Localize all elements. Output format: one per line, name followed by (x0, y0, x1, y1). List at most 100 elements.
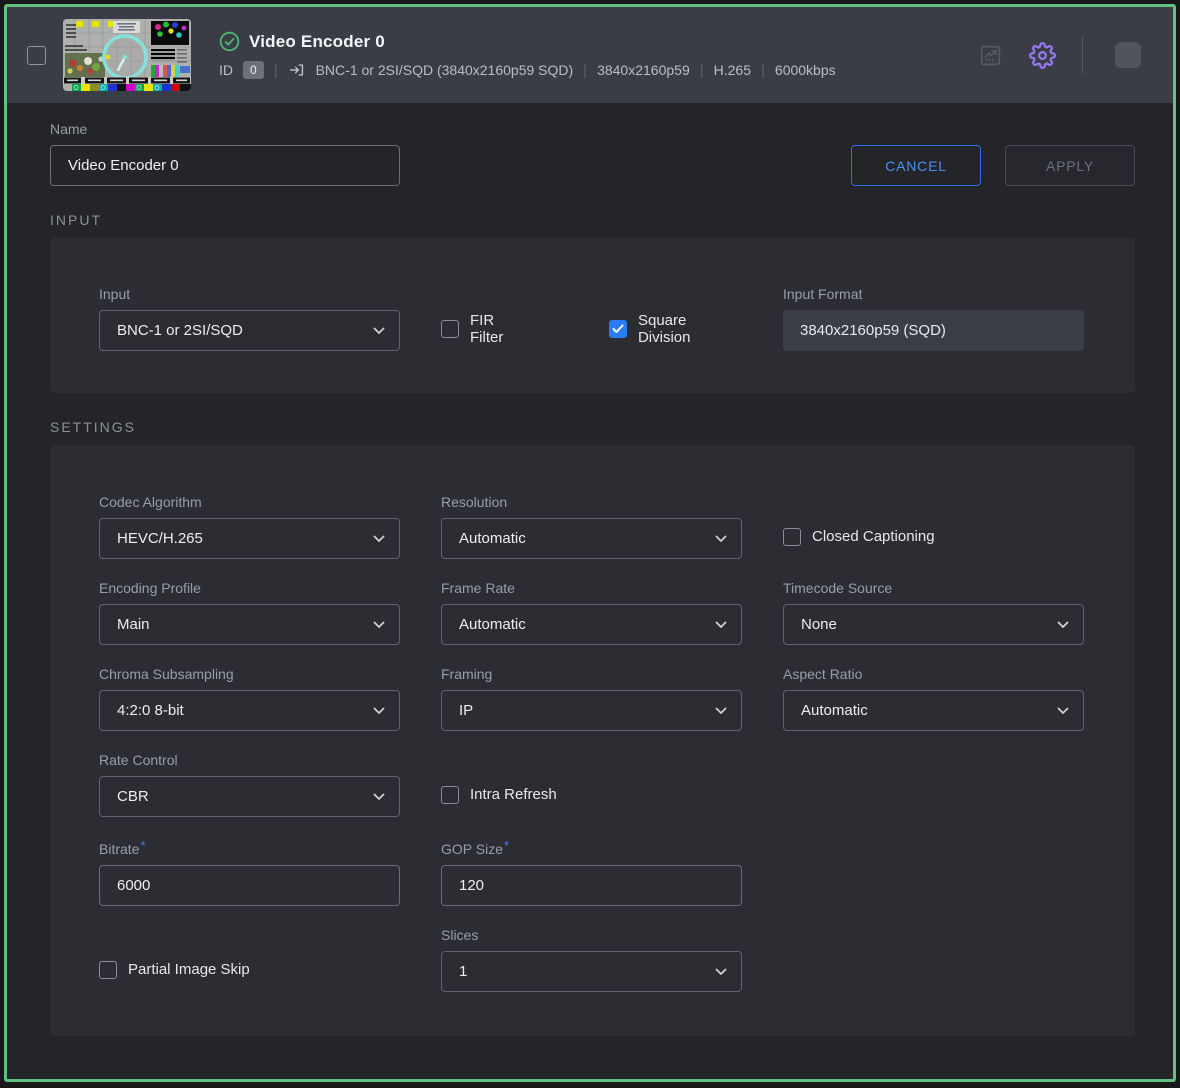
frame-rate-select[interactable]: Automatic (441, 604, 742, 645)
chroma-subsampling-select[interactable]: 4:2:0 8-bit (99, 690, 400, 731)
chroma-subsampling-field: Chroma Subsampling 4:2:0 8-bit (99, 666, 400, 731)
chevron-down-icon (715, 968, 727, 976)
chevron-down-icon (1057, 621, 1069, 629)
timecode-source-field: Timecode Source None (783, 580, 1084, 645)
encoder-select-checkbox[interactable] (27, 46, 46, 65)
rate-control-label: Rate Control (99, 752, 400, 768)
chevron-down-icon (715, 707, 727, 715)
aspect-ratio-value: Automatic (801, 702, 1057, 719)
encoder-title: Video Encoder 0 (249, 32, 385, 52)
gop-size-input[interactable] (441, 865, 742, 906)
chart-icon (978, 43, 1003, 68)
intra-refresh-toggle[interactable]: Intra Refresh (441, 786, 557, 804)
input-format-label: Input Format (783, 286, 1084, 302)
encoding-profile-value: Main (117, 616, 373, 633)
closed-captioning-field: Closed Captioning (783, 494, 1084, 559)
divider: | (274, 62, 278, 79)
codec-info: H.265 (714, 62, 751, 78)
settings-card: Codec Algorithm HEVC/H.265 Resolution Au… (50, 445, 1135, 1036)
slices-select[interactable]: 1 (441, 951, 742, 992)
square-division-checkbox[interactable] (609, 320, 627, 338)
square-division-label: Square Division (638, 312, 742, 346)
status-ok-icon (219, 31, 240, 52)
bitrate-field: Bitrate* (99, 838, 400, 906)
gear-icon (1029, 42, 1056, 69)
cancel-button[interactable]: CANCEL (851, 145, 981, 186)
encoding-profile-select[interactable]: Main (99, 604, 400, 645)
aspect-ratio-label: Aspect Ratio (783, 666, 1084, 682)
format-info: 3840x2160p59 (597, 62, 690, 78)
encoding-profile-field: Encoding Profile Main (99, 580, 400, 645)
fir-filter-label: FIR Filter (470, 312, 531, 346)
timecode-source-label: Timecode Source (783, 580, 1084, 596)
chroma-subsampling-label: Chroma Subsampling (99, 666, 400, 682)
codec-algorithm-value: HEVC/H.265 (117, 530, 373, 547)
frame-rate-field: Frame Rate Automatic (441, 580, 742, 645)
divider: | (761, 62, 765, 79)
chevron-down-icon (373, 707, 385, 715)
id-label: ID (219, 62, 233, 78)
stop-button[interactable] (1115, 42, 1141, 68)
partial-image-skip-checkbox[interactable] (99, 961, 117, 979)
slices-value: 1 (459, 963, 715, 980)
required-marker: * (140, 838, 145, 853)
encoder-panel: Video Encoder 0 ID 0 | BNC-1 or 2SI/SQD … (4, 4, 1176, 1082)
bitrate-input[interactable] (99, 865, 400, 906)
apply-button[interactable]: APPLY (1005, 145, 1135, 186)
input-select-value: BNC-1 or 2SI/SQD (117, 322, 373, 339)
input-format-field: Input Format 3840x2160p59 (SQD) (783, 286, 1084, 351)
framing-label: Framing (441, 666, 742, 682)
input-card: Input BNC-1 or 2SI/SQD (50, 238, 1135, 393)
aspect-ratio-field: Aspect Ratio Automatic (783, 666, 1084, 731)
slices-label: Slices (441, 927, 742, 943)
intra-refresh-field: Intra Refresh (441, 752, 742, 817)
closed-captioning-toggle[interactable]: Closed Captioning (783, 528, 935, 546)
partial-image-skip-toggle[interactable]: Partial Image Skip (99, 961, 250, 979)
divider: | (583, 62, 587, 79)
aspect-ratio-select[interactable]: Automatic (783, 690, 1084, 731)
name-input[interactable] (50, 145, 400, 186)
rate-control-value: CBR (117, 788, 373, 805)
input-format-value: 3840x2160p59 (SQD) (783, 310, 1084, 351)
resolution-value: Automatic (459, 530, 715, 547)
resolution-select[interactable]: Automatic (441, 518, 742, 559)
codec-algorithm-select[interactable]: HEVC/H.265 (99, 518, 400, 559)
input-info: BNC-1 or 2SI/SQD (3840x2160p59 SQD) (316, 62, 574, 78)
chevron-down-icon (373, 535, 385, 543)
input-select[interactable]: BNC-1 or 2SI/SQD (99, 310, 400, 351)
encoder-meta: ID 0 | BNC-1 or 2SI/SQD (3840x2160p59 SQ… (219, 61, 836, 79)
fir-filter-checkbox[interactable] (441, 320, 459, 338)
encoding-profile-label: Encoding Profile (99, 580, 400, 596)
encoder-header: Video Encoder 0 ID 0 | BNC-1 or 2SI/SQD … (7, 7, 1173, 103)
rate-control-select[interactable]: CBR (99, 776, 400, 817)
framing-value: IP (459, 702, 715, 719)
partial-image-skip-label: Partial Image Skip (128, 961, 250, 978)
stats-chart-button[interactable] (978, 43, 1003, 68)
settings-section-title: SETTINGS (50, 419, 1135, 435)
check-icon (612, 324, 624, 334)
divider: | (700, 62, 704, 79)
settings-gear-button[interactable] (1029, 42, 1056, 69)
required-marker: * (504, 838, 509, 853)
test-pattern-image (63, 19, 191, 91)
chroma-subsampling-value: 4:2:0 8-bit (117, 702, 373, 719)
fir-filter-toggle[interactable]: FIR Filter (441, 312, 531, 346)
closed-captioning-label: Closed Captioning (812, 528, 935, 545)
input-field: Input BNC-1 or 2SI/SQD (99, 286, 400, 351)
bitrate-label: Bitrate* (99, 838, 400, 857)
input-arrow-icon (288, 61, 306, 79)
rate-control-field: Rate Control CBR (99, 752, 400, 817)
timecode-source-value: None (801, 616, 1057, 633)
input-label: Input (99, 286, 400, 302)
intra-refresh-checkbox[interactable] (441, 786, 459, 804)
closed-captioning-checkbox[interactable] (783, 528, 801, 546)
timecode-source-select[interactable]: None (783, 604, 1084, 645)
header-divider (1082, 36, 1083, 74)
square-division-toggle[interactable]: Square Division (609, 312, 742, 346)
slices-field: Slices 1 (441, 927, 742, 992)
input-section-title: INPUT (50, 212, 1135, 228)
intra-refresh-label: Intra Refresh (470, 786, 557, 803)
frame-rate-value: Automatic (459, 616, 715, 633)
framing-select[interactable]: IP (441, 690, 742, 731)
gop-size-field: GOP Size* (441, 838, 742, 906)
